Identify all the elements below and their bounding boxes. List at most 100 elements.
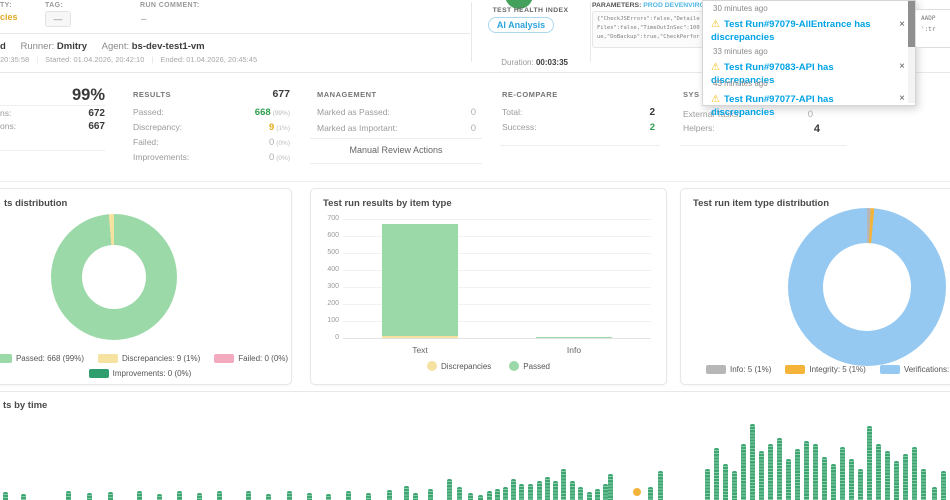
legend-item-info[interactable]: Info: 5 (1%)	[706, 365, 771, 374]
time-bar[interactable]	[413, 493, 418, 500]
time-bar[interactable]	[447, 479, 452, 500]
time-bar[interactable]	[822, 457, 827, 500]
time-dot[interactable]	[633, 488, 641, 496]
time-bar[interactable]	[750, 424, 755, 500]
scrollbar-track[interactable]	[908, 1, 915, 103]
close-icon[interactable]: ×	[896, 19, 908, 30]
time-bar[interactable]	[732, 471, 737, 500]
close-icon[interactable]: ×	[896, 61, 908, 72]
time-bar[interactable]	[648, 487, 653, 500]
time-bar[interactable]	[876, 444, 881, 500]
time-bar[interactable]	[197, 493, 202, 500]
time-bar[interactable]	[387, 490, 392, 500]
time-bar[interactable]	[595, 489, 600, 500]
time-bar[interactable]	[108, 492, 113, 500]
time-bar[interactable]	[545, 477, 550, 500]
time-bar[interactable]	[66, 491, 71, 500]
time-bar[interactable]	[587, 492, 592, 500]
time-bar[interactable]	[912, 447, 917, 500]
legend-item-integrity[interactable]: Integrity: 5 (1%)	[785, 365, 865, 374]
time-bar[interactable]	[768, 444, 773, 500]
time-bar[interactable]	[578, 487, 583, 500]
manual-review-actions-link[interactable]: Manual Review Actions	[310, 145, 482, 155]
time-bar[interactable]	[553, 481, 558, 500]
legend-item-passed[interactable]: Passed	[509, 361, 550, 371]
time-bar[interactable]	[157, 494, 162, 500]
time-bar[interactable]	[885, 451, 890, 500]
time-bar[interactable]	[840, 447, 845, 500]
header-divider	[0, 33, 470, 34]
time-bar[interactable]	[468, 493, 473, 500]
tag-chip[interactable]: —	[45, 11, 71, 27]
time-bar[interactable]	[366, 493, 371, 500]
time-bar[interactable]	[741, 444, 746, 500]
time-bar[interactable]	[537, 481, 542, 500]
time-bar[interactable]	[511, 479, 516, 500]
time-bar[interactable]	[478, 495, 483, 500]
snippet-line: AADP	[921, 13, 950, 24]
time-bar[interactable]	[246, 491, 251, 500]
bar-text-discrepancies[interactable]	[382, 336, 458, 338]
time-bar[interactable]	[932, 487, 937, 500]
time-bar[interactable]	[813, 444, 818, 500]
legend-item-discrepancies[interactable]: Discrepancies	[427, 361, 491, 371]
legend-item-discrepancies[interactable]: Discrepancies: 9 (1%)	[98, 354, 200, 363]
time-bar[interactable]	[795, 449, 800, 500]
close-icon[interactable]: ×	[896, 93, 908, 104]
ended-time: Ended: 01.04.2026, 20:45:45	[160, 55, 257, 64]
y-axis-tick: 200	[315, 300, 339, 307]
legend-item-passed[interactable]: Passed: 668 (99%)	[0, 354, 84, 363]
time-bar[interactable]	[346, 491, 351, 500]
time-bar[interactable]	[705, 469, 710, 500]
time-bar[interactable]	[921, 469, 926, 500]
time-bar[interactable]	[457, 487, 462, 500]
notification-link[interactable]: ⚠Test Run#97079-AllEntrance has discrepa…	[711, 18, 891, 45]
time-bar[interactable]	[858, 469, 863, 500]
time-bar[interactable]	[759, 451, 764, 500]
time-bar[interactable]	[495, 489, 500, 500]
time-bar[interactable]	[903, 454, 908, 500]
time-bar[interactable]	[941, 471, 946, 500]
bar-info-passed[interactable]	[536, 337, 612, 338]
time-bar[interactable]	[177, 491, 182, 500]
time-bar[interactable]	[528, 484, 533, 500]
time-bar[interactable]	[326, 494, 331, 500]
time-bar[interactable]	[287, 491, 292, 500]
time-bar[interactable]	[570, 481, 575, 500]
legend-item-improvements[interactable]: Improvements: 0 (0%)	[89, 369, 192, 378]
notification-link[interactable]: ⚠Test Run#97077-API has discrepancies	[711, 93, 891, 120]
ai-analysis-button[interactable]: AI Analysis	[488, 17, 554, 33]
scrollbar-thumb[interactable]	[908, 1, 915, 47]
time-bar[interactable]	[894, 461, 899, 500]
time-bar[interactable]	[849, 459, 854, 500]
time-bar[interactable]	[217, 491, 222, 500]
time-bar[interactable]	[503, 487, 508, 500]
time-bar[interactable]	[3, 492, 8, 500]
time-bar[interactable]	[723, 464, 728, 500]
time-bar[interactable]	[519, 484, 524, 500]
time-bar[interactable]	[561, 469, 566, 500]
time-bar[interactable]	[777, 438, 782, 500]
time-bar[interactable]	[867, 426, 872, 500]
time-bar[interactable]	[137, 491, 142, 500]
bar-text-passed[interactable]	[382, 224, 458, 336]
time-bar[interactable]	[608, 474, 613, 500]
legend-swatch	[0, 354, 12, 363]
time-bar[interactable]	[266, 494, 271, 500]
time-bar[interactable]	[658, 471, 663, 500]
time-bar[interactable]	[714, 448, 719, 500]
time-bar[interactable]	[87, 493, 92, 500]
legend-item-failed[interactable]: Failed: 0 (0%)	[214, 354, 288, 363]
time-bar[interactable]	[307, 493, 312, 500]
time-bar[interactable]	[831, 464, 836, 500]
parameters-json-box[interactable]: {"CheckJSErrors":false,"Detaile Files":f…	[592, 11, 708, 48]
time-bar[interactable]	[21, 494, 26, 500]
time-bar[interactable]	[804, 441, 809, 500]
time-bar[interactable]	[487, 491, 492, 500]
time-bar[interactable]	[404, 486, 409, 500]
legend-item-verifications[interactable]: Verifications: 667 (99%)	[880, 365, 950, 374]
time-bar[interactable]	[786, 459, 791, 500]
health-index-label: TEST HEALTH INDEX	[471, 7, 590, 14]
time-bar[interactable]	[428, 489, 433, 500]
test-run-dashboard: TY: cies TAG: — RUN COMMENT: – d Runner:…	[0, 0, 950, 500]
